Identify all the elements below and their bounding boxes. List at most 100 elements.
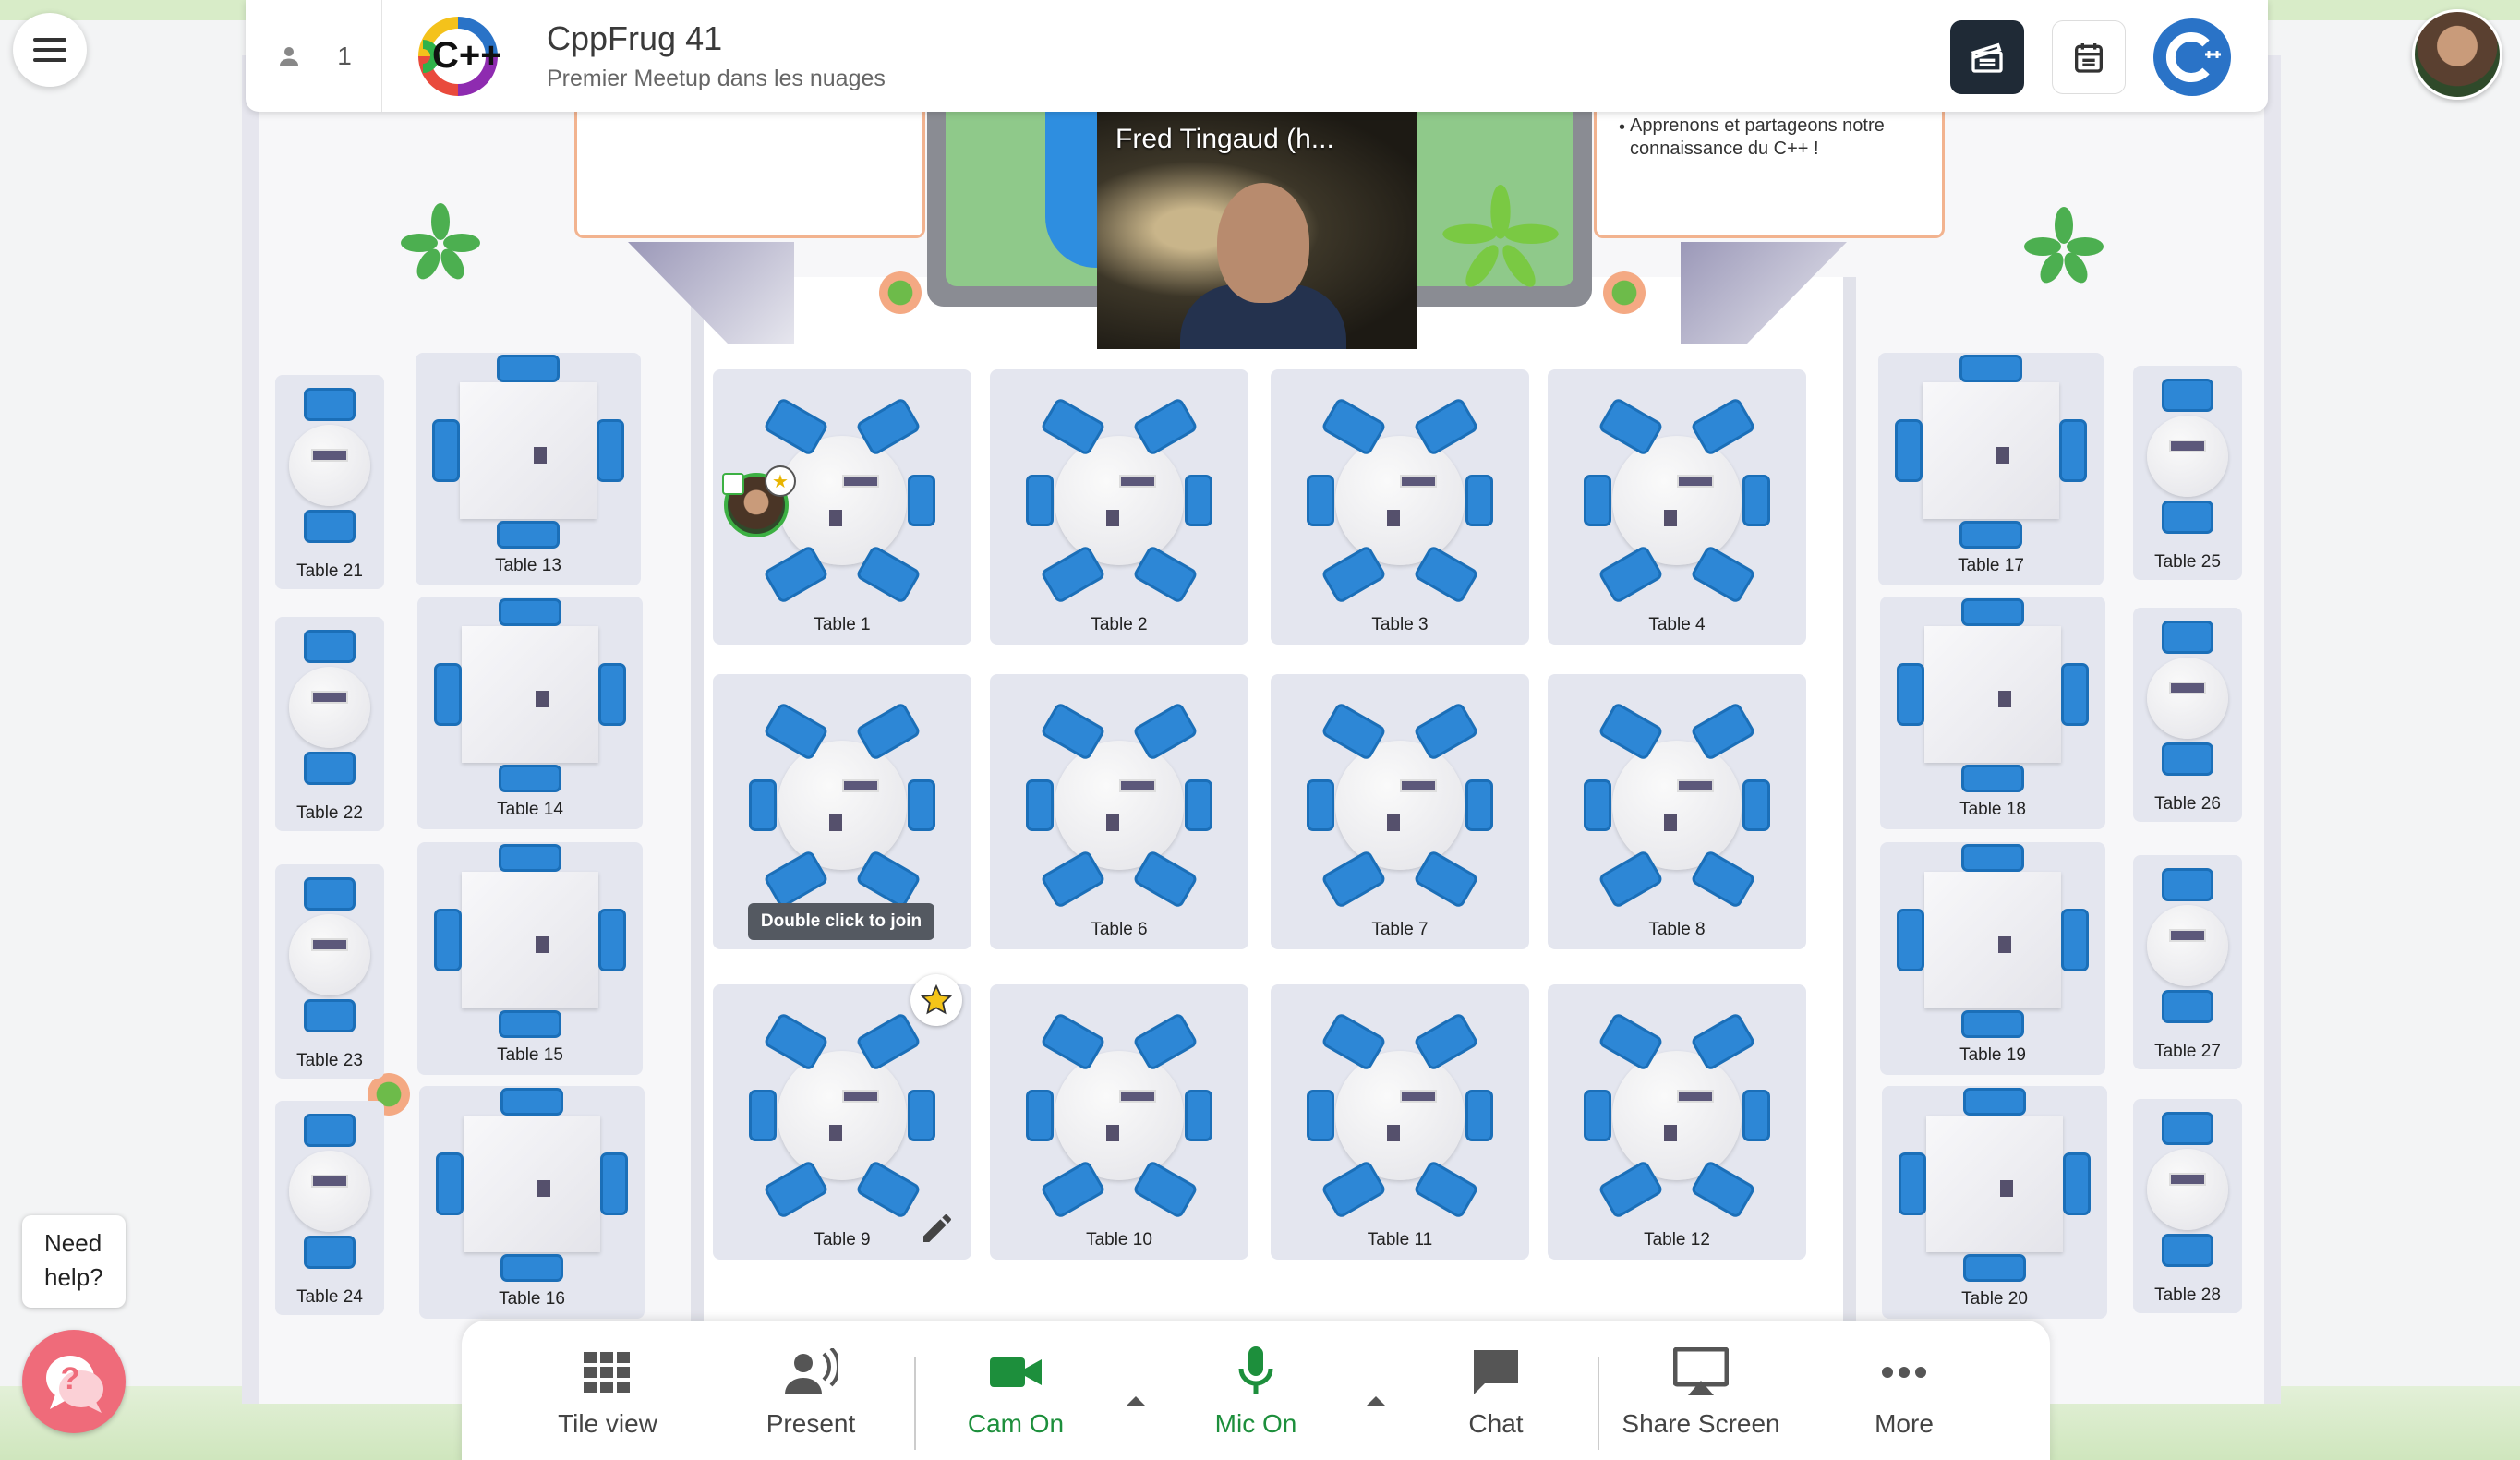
chair-icon (304, 752, 356, 785)
cup-icon (1996, 447, 2009, 464)
chair-icon (1185, 475, 1212, 526)
chair-icon (2059, 419, 2087, 482)
table-18[interactable]: Table 18 (1880, 597, 2105, 829)
laptop-icon (2169, 929, 2206, 942)
edit-pencil-icon[interactable] (919, 1210, 956, 1247)
chair-icon (499, 844, 561, 872)
square-table (1923, 382, 2059, 519)
grid-icon (584, 1352, 630, 1393)
share-screen-button[interactable]: Share Screen (1609, 1346, 1793, 1448)
cpp-logo-icon[interactable] (2153, 18, 2231, 96)
chair-icon (2162, 1234, 2213, 1267)
round-table (2147, 1149, 2228, 1230)
square-table (462, 872, 598, 1008)
chair-icon (1465, 1090, 1493, 1141)
chair-icon (1307, 475, 1334, 526)
table-20[interactable]: Table 20 (1882, 1086, 2107, 1319)
table-13[interactable]: Table 13 (416, 353, 641, 585)
menu-button[interactable] (13, 13, 87, 87)
chair-icon (304, 999, 356, 1032)
chair-icon (500, 1254, 563, 1282)
table-8[interactable]: Table 8 (1548, 674, 1806, 949)
cam-button[interactable]: Cam On (923, 1346, 1108, 1448)
mic-button[interactable]: Mic On (1164, 1346, 1348, 1448)
table-3[interactable]: Table 3 (1271, 369, 1529, 645)
table-19[interactable]: Table 19 (1880, 842, 2105, 1075)
laptop-icon (311, 691, 348, 704)
table-22[interactable]: Table 22 (275, 617, 384, 831)
table-2[interactable]: Table 2 (990, 369, 1248, 645)
more-icon (1882, 1367, 1926, 1378)
chair-icon (2162, 379, 2213, 412)
event-logo: C++ (403, 11, 513, 102)
chair-icon (1897, 663, 1924, 726)
round-table (1055, 1051, 1184, 1180)
table-label: Table 11 (1367, 1230, 1433, 1249)
table-label: Table 13 (495, 556, 561, 575)
chair-icon (304, 1114, 356, 1147)
square-table (1926, 1116, 2063, 1252)
participant-counter[interactable]: 1 (246, 0, 382, 112)
camera-status-icon (722, 473, 744, 495)
cup-icon (2000, 1180, 2013, 1197)
chair-icon (2162, 742, 2213, 776)
more-button[interactable]: More (1812, 1346, 1996, 1448)
help-button[interactable]: ? (22, 1330, 126, 1433)
laptop-icon (1400, 475, 1437, 488)
table-10[interactable]: Table 10 (990, 984, 1248, 1260)
present-label: Present (766, 1409, 856, 1438)
whiteboard-right[interactable]: • Apprenons et partageons notre connaiss… (1594, 111, 1945, 238)
table-21[interactable]: Table 21 (275, 375, 384, 589)
chair-icon (2162, 990, 2213, 1023)
plant-icon (401, 203, 480, 280)
table-4[interactable]: Table 4 (1548, 369, 1806, 645)
chair-icon (2063, 1152, 2091, 1215)
table-6[interactable]: Table 6 (990, 674, 1248, 949)
header-actions (1950, 18, 2231, 96)
table-label: Table 12 (1644, 1230, 1710, 1249)
round-table (2147, 905, 2228, 986)
present-button[interactable]: Present (718, 1346, 903, 1448)
chair-icon (1584, 475, 1611, 526)
chair-icon (1465, 475, 1493, 526)
chair-icon (304, 1236, 356, 1269)
chair-icon (1185, 779, 1212, 831)
table-28[interactable]: Table 28 (2133, 1099, 2242, 1313)
chair-icon (1961, 598, 2024, 626)
table-12[interactable]: Table 12 (1548, 984, 1806, 1260)
laptop-icon (842, 475, 879, 488)
cam-options-caret[interactable] (1123, 1387, 1149, 1413)
laptop-icon (1119, 1090, 1156, 1103)
round-table (1055, 741, 1184, 870)
table-24[interactable]: Table 24 (275, 1101, 384, 1315)
table-11[interactable]: Table 11 (1271, 984, 1529, 1260)
cup-icon (536, 936, 549, 953)
svg-text:?: ? (61, 1361, 80, 1396)
square-table (462, 626, 598, 763)
table-label: Table 6 (1091, 920, 1148, 939)
table-14[interactable]: Table 14 (417, 597, 643, 829)
chair-icon (1963, 1254, 2026, 1282)
round-table (1612, 1051, 1742, 1180)
video-tile[interactable]: Fred Tingaud (h... (1097, 109, 1417, 349)
table-25[interactable]: Table 25 (2133, 366, 2242, 580)
clapperboard-button[interactable] (1950, 20, 2024, 94)
chat-button[interactable]: Chat (1404, 1346, 1588, 1448)
table-27[interactable]: Table 27 (2133, 855, 2242, 1069)
table-23[interactable]: Table 23 (275, 864, 384, 1079)
table-16[interactable]: Table 16 (419, 1086, 645, 1319)
avatar[interactable] (2412, 9, 2502, 100)
chair-icon (1465, 779, 1493, 831)
table-26[interactable]: Table 26 (2133, 608, 2242, 822)
table-15[interactable]: Table 15 (417, 842, 643, 1075)
tile-view-button[interactable]: Tile view (515, 1346, 700, 1448)
mic-options-caret[interactable] (1363, 1387, 1389, 1413)
calendar-button[interactable] (2052, 20, 2126, 94)
whiteboard-left[interactable] (574, 111, 925, 238)
round-table (289, 667, 370, 748)
round-table (289, 425, 370, 506)
star-icon[interactable] (910, 974, 962, 1026)
event-title: CppFrug 41 (547, 19, 723, 57)
table-7[interactable]: Table 7 (1271, 674, 1529, 949)
table-17[interactable]: Table 17 (1878, 353, 2104, 585)
